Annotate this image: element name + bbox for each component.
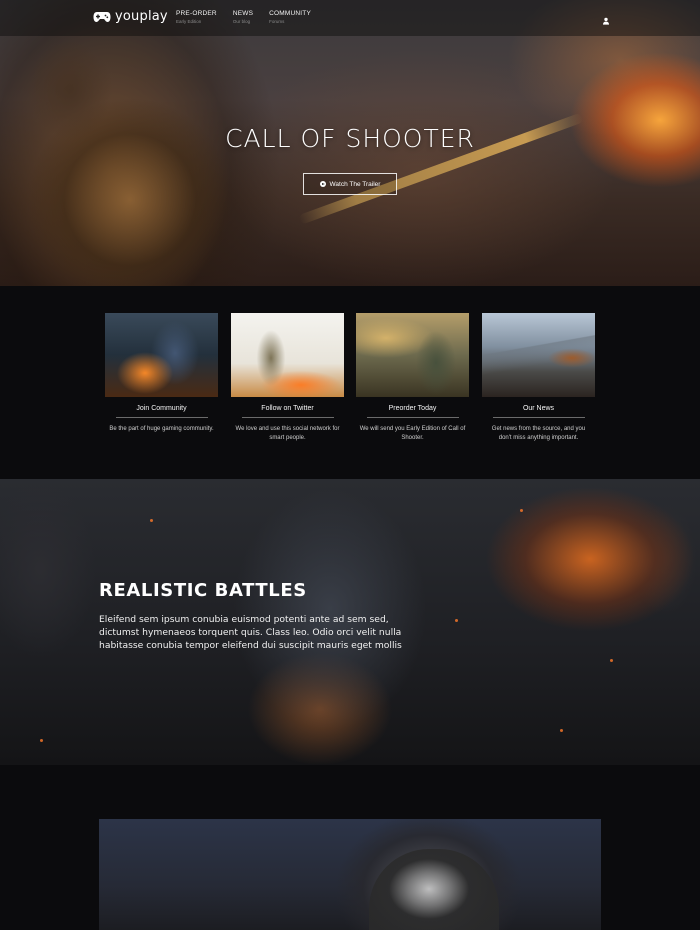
masked-soldier-image: [369, 849, 499, 930]
feature-title: Follow on Twitter: [261, 405, 314, 412]
feature-title: Our News: [522, 405, 555, 412]
menu-item-sublabel: Forums: [269, 18, 285, 24]
menu-item-sublabel: Early Edition: [176, 18, 202, 24]
feature-divider: [115, 417, 208, 418]
menu-item-label: COMMUNITY: [269, 10, 312, 17]
play-icon: [319, 181, 326, 187]
lower-section: [0, 765, 700, 930]
feature-title: Preorder Today: [388, 405, 437, 412]
feature-description: Be the part of huge gaming community.: [109, 426, 214, 432]
user-icon[interactable]: [602, 12, 610, 25]
feature-divider: [366, 417, 459, 418]
menu-item-pre-order[interactable]: PRE-ORDER Early Edition: [176, 10, 217, 24]
feature-divider: [492, 417, 585, 418]
main-menu: PRE-ORDER Early Edition NEWS Our blog CO…: [176, 10, 327, 24]
feature-image: [356, 313, 469, 397]
ember-decoration: [560, 729, 563, 732]
watch-trailer-label: Watch The Trailer: [329, 180, 381, 188]
logo-text: youplay: [115, 9, 168, 24]
feature-description: Get news from the source, and you don't …: [491, 426, 586, 441]
feature-card[interactable]: Our News Get news from the source, and y…: [482, 313, 595, 443]
hero-title: CALL OF SHOOTER: [225, 124, 475, 153]
gamepad-icon: [93, 11, 111, 23]
feature-image: [482, 313, 595, 397]
ember-decoration: [520, 509, 523, 512]
menu-item-community[interactable]: COMMUNITY Forums: [269, 10, 312, 24]
feature-card[interactable]: Preorder Today We will send you Early Ed…: [356, 313, 469, 443]
section-text: Eleifend sem ipsum conubia euismod poten…: [99, 614, 402, 651]
menu-item-label: NEWS: [232, 10, 254, 17]
feature-divider: [241, 417, 334, 418]
feature-image: [231, 313, 344, 397]
feature-card[interactable]: Join Community Be the part of huge gamin…: [105, 313, 218, 434]
menu-item-sublabel: Our blog: [232, 18, 251, 24]
menu-item-label: PRE-ORDER: [176, 10, 217, 17]
feature-card[interactable]: Follow on Twitter We love and use this s…: [231, 313, 344, 443]
top-navbar: youplay PRE-ORDER Early Edition NEWS Our…: [0, 0, 700, 36]
hero-soldier-image: [0, 30, 260, 286]
menu-item-news[interactable]: NEWS Our blog: [232, 10, 254, 24]
feature-image: [105, 313, 218, 397]
ember-decoration: [610, 659, 613, 662]
feature-description: We will send you Early Edition of Call o…: [359, 426, 466, 441]
section-heading: REALISTIC BATTLES: [99, 580, 307, 601]
features-section: Join Community Be the part of huge gamin…: [0, 286, 700, 479]
promo-image: [99, 819, 601, 930]
feature-description: We love and use this social network for …: [235, 426, 340, 441]
hero-banner: CALL OF SHOOTER Watch The Trailer: [0, 0, 700, 286]
watch-trailer-button[interactable]: Watch The Trailer: [303, 173, 397, 195]
realistic-battles-section: REALISTIC BATTLES Eleifend sem ipsum con…: [0, 479, 700, 765]
site-logo[interactable]: youplay: [93, 9, 168, 24]
ember-decoration: [40, 739, 43, 742]
ember-decoration: [150, 519, 153, 522]
feature-title: Join Community: [136, 405, 187, 412]
ember-decoration: [455, 619, 458, 622]
